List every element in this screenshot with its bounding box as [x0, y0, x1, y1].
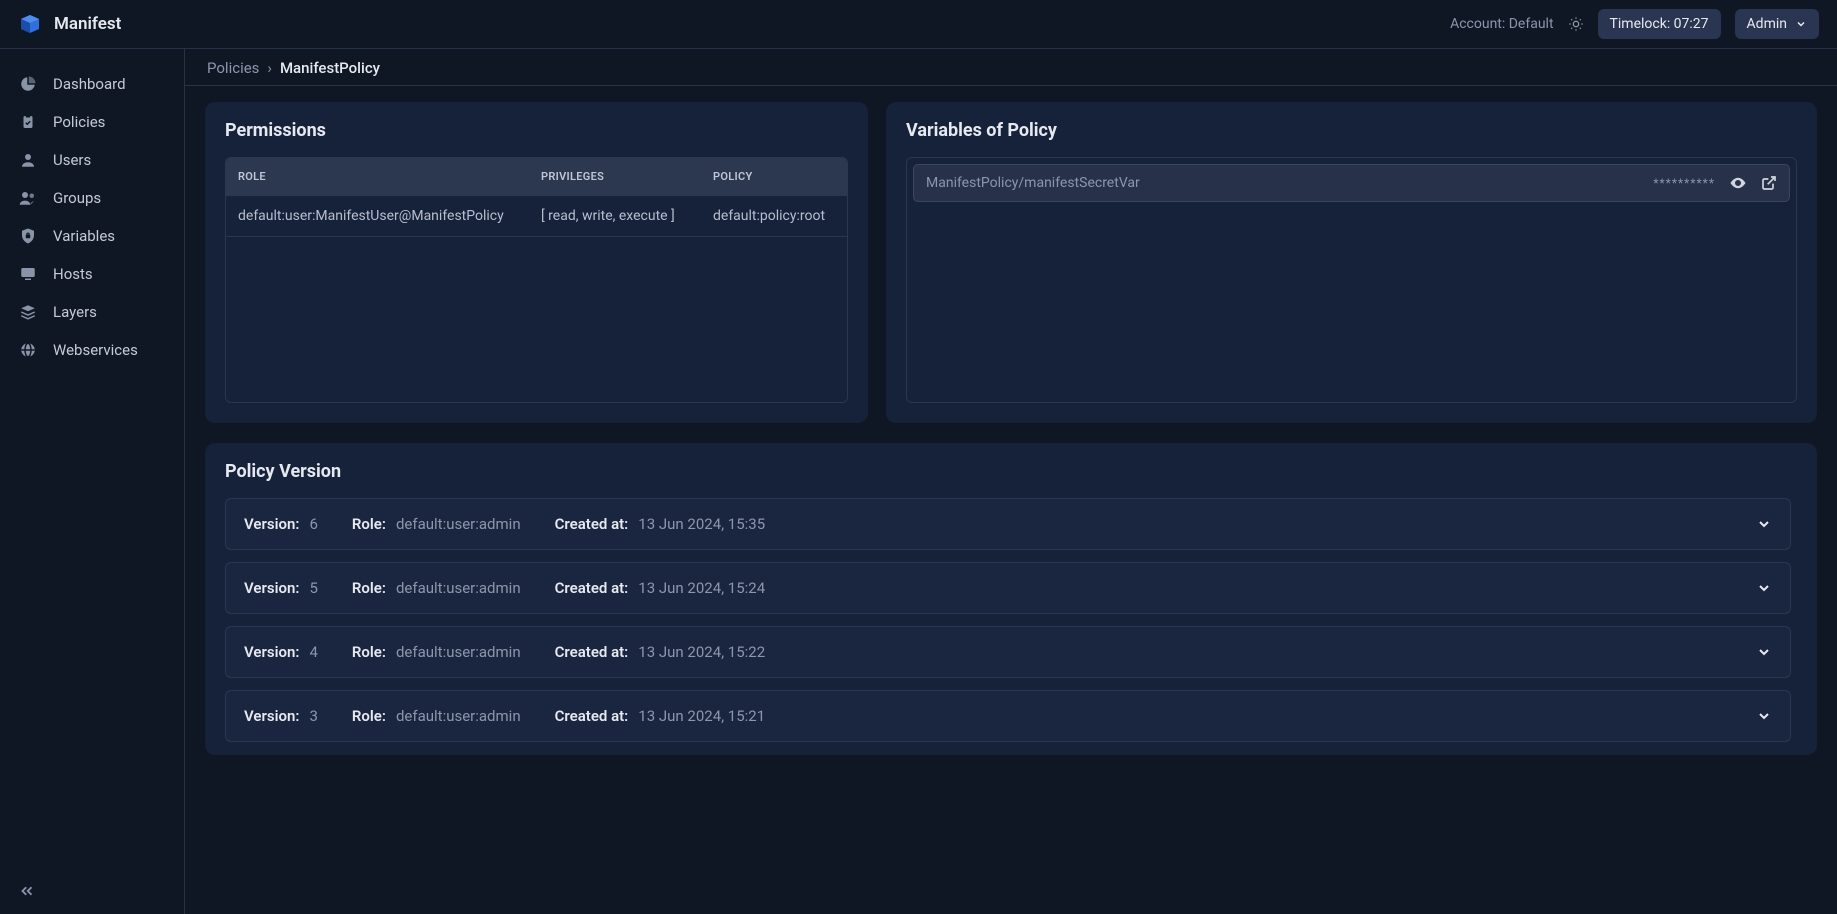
sidebar-item-label: Layers — [53, 303, 97, 321]
created-label: Created at: — [555, 643, 629, 661]
permissions-row[interactable]: default:user:ManifestUser@ManifestPolicy… — [226, 195, 847, 237]
globe-icon — [18, 341, 38, 359]
breadcrumb: Policies › ManifestPolicy — [185, 49, 1837, 86]
version-number: 3 — [309, 707, 317, 725]
created-label: Created at: — [555, 707, 629, 725]
chevron-down-icon[interactable] — [1756, 644, 1772, 660]
version-row[interactable]: Version: 4 Role: default:user:admin Created … — [225, 626, 1791, 678]
sidebar-item-users[interactable]: Users — [0, 141, 184, 179]
sidebar-item-hosts[interactable]: Hosts — [0, 255, 184, 293]
sidebar-item-groups[interactable]: Groups — [0, 179, 184, 217]
policy-version-title: Policy Version — [225, 461, 1797, 482]
pie-chart-icon — [18, 75, 38, 93]
sidebar-item-dashboard[interactable]: Dashboard — [0, 65, 184, 103]
variable-row[interactable]: ManifestPolicy/manifestSecretVar ********… — [913, 164, 1790, 202]
permissions-card: Permissions ROLE PRIVILEGES POLICY defau… — [205, 102, 868, 423]
version-row[interactable]: Version: 6 Role: default:user:admin Created … — [225, 498, 1791, 550]
collapse-sidebar-button[interactable] — [0, 868, 184, 914]
eye-icon[interactable] — [1729, 174, 1747, 192]
sidebar-item-label: Webservices — [53, 341, 138, 359]
version-label: Version: — [244, 515, 299, 533]
permissions-title: Permissions — [225, 120, 848, 141]
version-label: Version: — [244, 707, 299, 725]
breadcrumb-root[interactable]: Policies — [207, 59, 259, 77]
policy-version-card: Policy Version Version: 6 Role: default:use… — [205, 443, 1817, 755]
variable-masked-value: ********** — [1653, 176, 1715, 190]
role-label: Role: — [352, 643, 386, 661]
chevron-down-icon — [1795, 18, 1807, 30]
top-bar: Manifest Account: Default Timelock: 07:2… — [0, 0, 1837, 49]
col-header-role: ROLE — [226, 158, 529, 195]
version-row[interactable]: Version: 5 Role: default:user:admin Created … — [225, 562, 1791, 614]
sidebar-item-label: Policies — [53, 113, 105, 131]
sidebar-item-label: Variables — [53, 227, 115, 245]
permissions-table: ROLE PRIVILEGES POLICY default:user:Mani… — [225, 157, 848, 403]
perm-role: default:user:ManifestUser@ManifestPolicy — [226, 196, 529, 236]
version-created: 13 Jun 2024, 15:22 — [638, 643, 765, 661]
role-label: Role: — [352, 579, 386, 597]
variables-title: Variables of Policy — [906, 120, 1797, 141]
variables-list: ManifestPolicy/manifestSecretVar ********… — [906, 157, 1797, 403]
chevron-down-icon[interactable] — [1756, 708, 1772, 724]
sidebar-item-label: Hosts — [53, 265, 93, 283]
sidebar-item-variables[interactable]: Variables — [0, 217, 184, 255]
sidebar-item-label: Dashboard — [53, 75, 126, 93]
logo-icon — [18, 12, 42, 36]
sidebar-item-policies[interactable]: Policies — [0, 103, 184, 141]
main-content: Policies › ManifestPolicy Permissions RO… — [185, 49, 1837, 914]
app-name: Manifest — [54, 14, 121, 34]
sidebar-item-webservices[interactable]: Webservices — [0, 331, 184, 369]
brand[interactable]: Manifest — [18, 12, 121, 36]
versions-list[interactable]: Version: 6 Role: default:user:admin Created … — [225, 498, 1797, 743]
user-name: Admin — [1747, 16, 1787, 32]
created-label: Created at: — [555, 515, 629, 533]
theme-toggle[interactable] — [1568, 16, 1584, 32]
account-label: Account: Default — [1450, 16, 1553, 32]
version-number: 6 — [309, 515, 317, 533]
col-header-policy: POLICY — [701, 158, 847, 195]
version-created: 13 Jun 2024, 15:35 — [638, 515, 765, 533]
version-label: Version: — [244, 579, 299, 597]
user-icon — [18, 151, 38, 169]
col-header-privileges: PRIVILEGES — [529, 158, 701, 195]
timelock-text: Timelock: 07:27 — [1610, 16, 1709, 32]
version-row[interactable]: Version: 3 Role: default:user:admin Created … — [225, 690, 1791, 742]
users-icon — [18, 189, 38, 207]
breadcrumb-separator: › — [267, 59, 272, 77]
variables-card: Variables of Policy ManifestPolicy/manif… — [886, 102, 1817, 423]
sidebar-item-label: Groups — [53, 189, 101, 207]
role-label: Role: — [352, 515, 386, 533]
version-label: Version: — [244, 643, 299, 661]
permissions-table-header: ROLE PRIVILEGES POLICY — [226, 158, 847, 195]
sidebar-item-label: Users — [53, 151, 91, 169]
breadcrumb-current: ManifestPolicy — [280, 59, 380, 77]
timelock-badge[interactable]: Timelock: 07:27 — [1598, 9, 1721, 39]
version-role: default:user:admin — [396, 579, 521, 597]
layers-icon — [18, 303, 38, 321]
version-created: 13 Jun 2024, 15:24 — [638, 579, 765, 597]
version-role: default:user:admin — [396, 515, 521, 533]
version-role: default:user:admin — [396, 707, 521, 725]
monitor-icon — [18, 265, 38, 283]
role-label: Role: — [352, 707, 386, 725]
sidebar-item-layers[interactable]: Layers — [0, 293, 184, 331]
chevron-down-icon[interactable] — [1756, 516, 1772, 532]
version-created: 13 Jun 2024, 15:21 — [638, 707, 765, 725]
sidebar: Dashboard Policies Users Groups Variables Hos… — [0, 49, 185, 914]
version-number: 5 — [309, 579, 317, 597]
created-label: Created at: — [555, 579, 629, 597]
chevron-down-icon[interactable] — [1756, 580, 1772, 596]
clipboard-check-icon — [18, 113, 38, 131]
version-role: default:user:admin — [396, 643, 521, 661]
user-menu[interactable]: Admin — [1735, 9, 1819, 39]
variable-name: ManifestPolicy/manifestSecretVar — [926, 175, 1639, 191]
version-number: 4 — [309, 643, 317, 661]
perm-privileges: [ read, write, execute ] — [529, 196, 701, 236]
perm-policy: default:policy:root — [701, 196, 847, 236]
shield-lock-icon — [18, 227, 38, 245]
external-link-icon[interactable] — [1761, 175, 1777, 191]
